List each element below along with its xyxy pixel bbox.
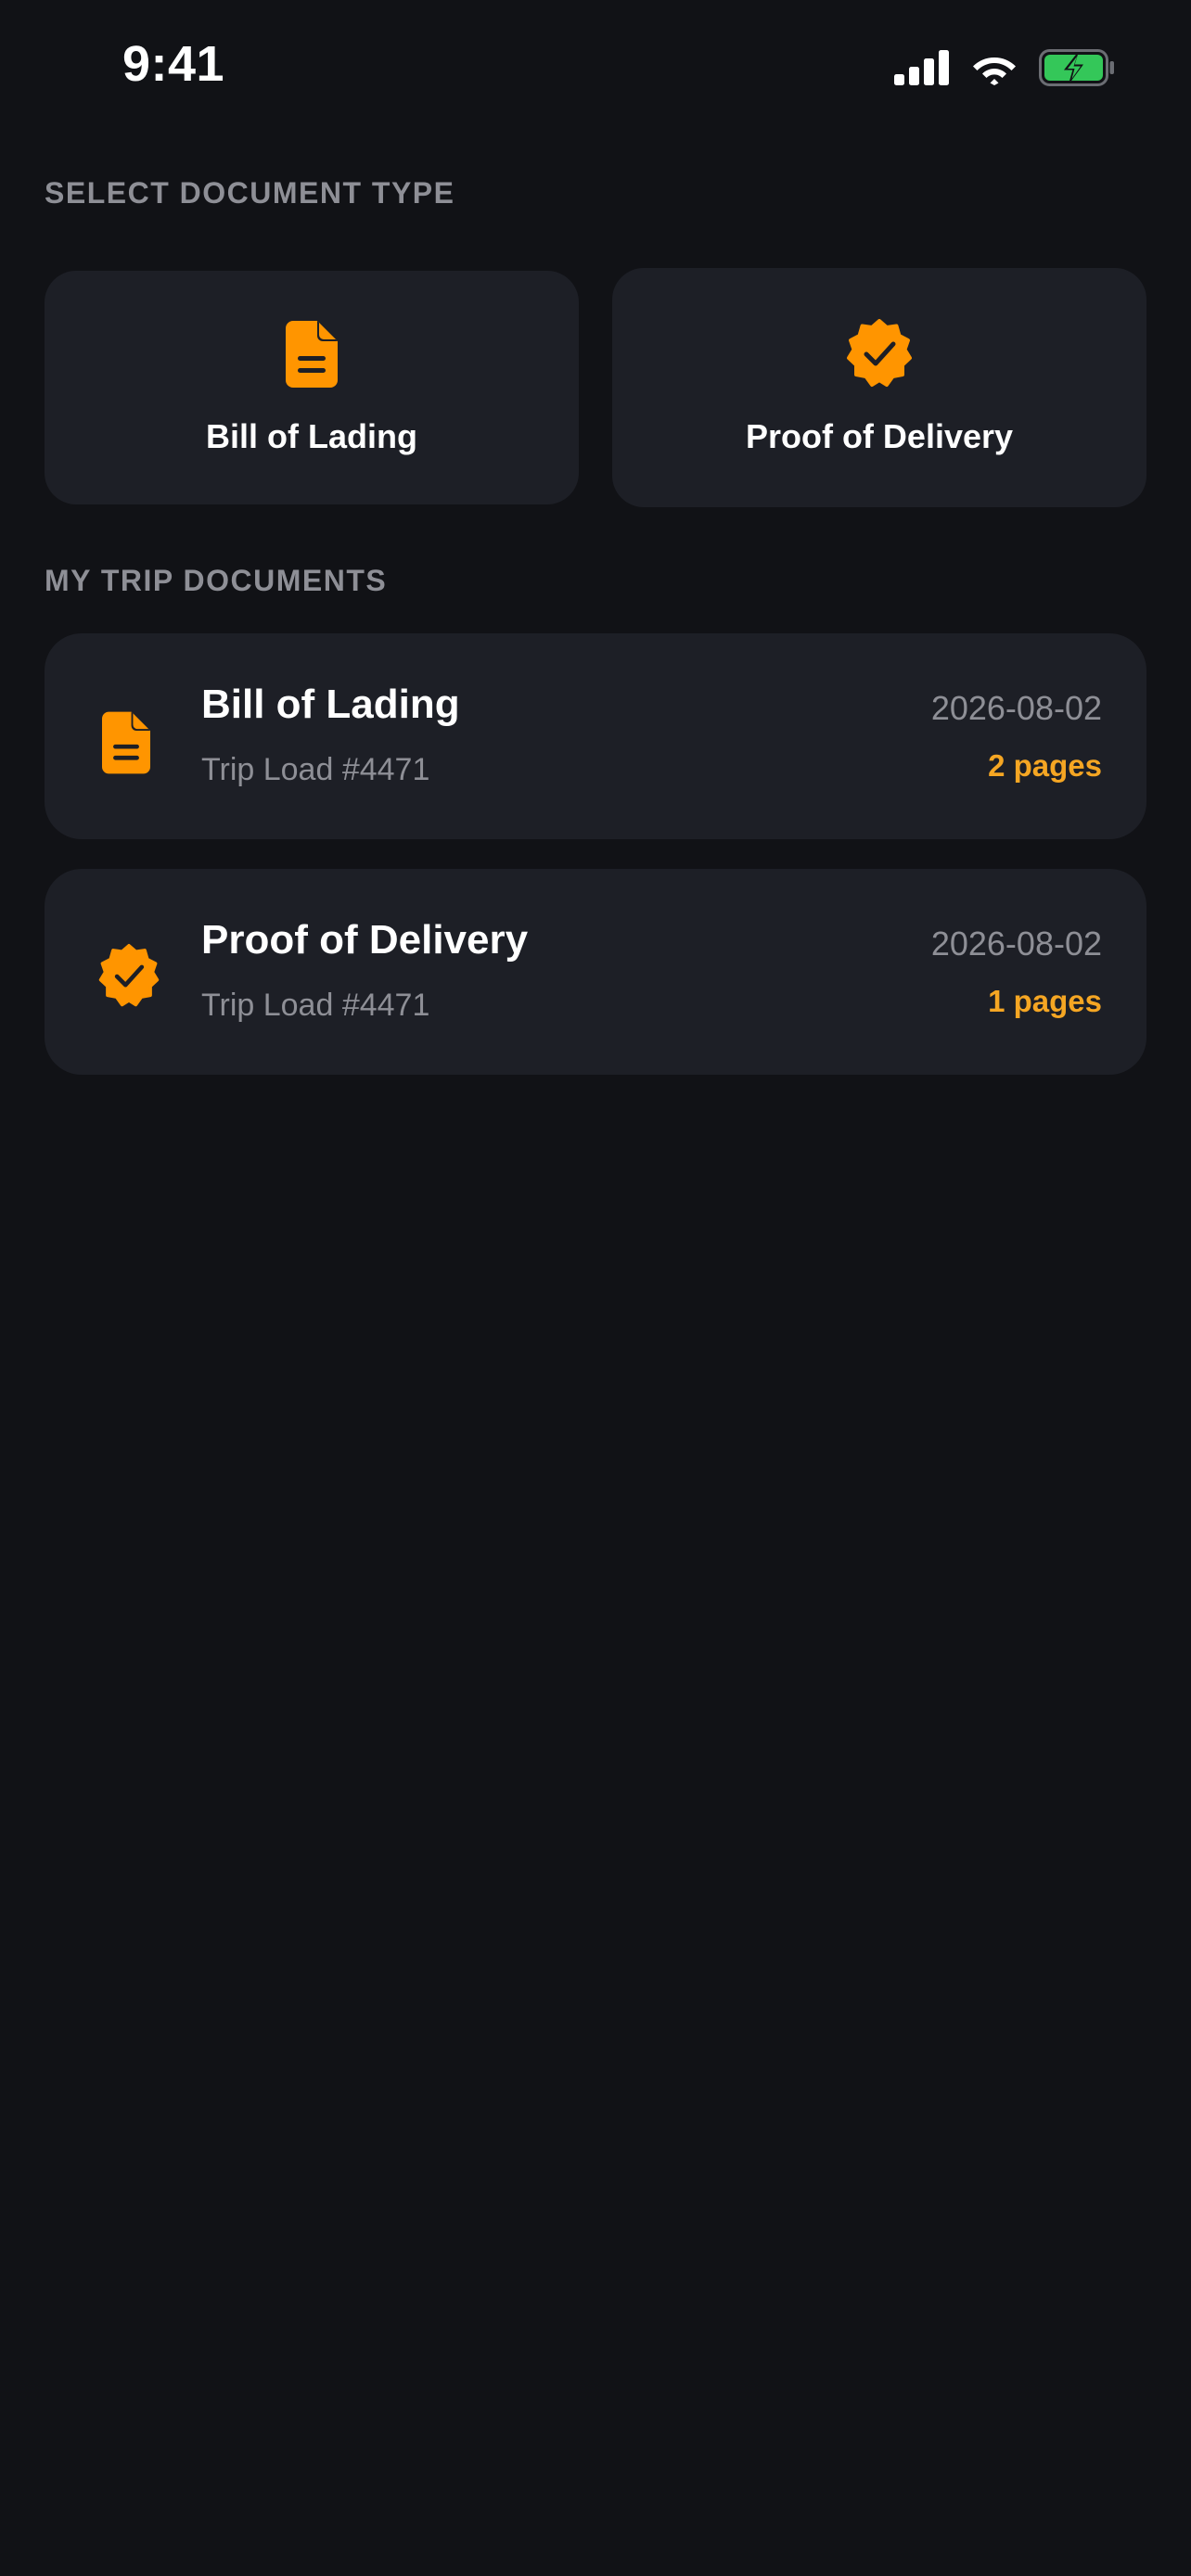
document-icon (286, 321, 338, 388)
document-subtitle: Trip Load #4471 (201, 752, 430, 787)
type-card-bill-of-lading[interactable]: Bill of Lading (45, 271, 579, 504)
document-page-count: 1 pages (988, 984, 1102, 1018)
verified-badge-icon (98, 944, 160, 1007)
wifi-icon (973, 57, 1016, 85)
battery-charging-icon (1039, 49, 1114, 86)
document-subtitle: Trip Load #4471 (201, 988, 430, 1023)
document-title: Proof of Delivery (201, 917, 529, 963)
status-icons (894, 46, 1115, 89)
document-row-bill-of-lading[interactable]: Bill of Lading Trip Load #4471 2026-08-0… (45, 633, 1146, 839)
document-date: 2026-08-02 (930, 925, 1102, 963)
type-card-label: Proof of Delivery (745, 417, 1014, 455)
document-date: 2026-08-02 (930, 689, 1102, 727)
document-row-proof-of-delivery[interactable]: Proof of Delivery Trip Load #4471 2026-0… (45, 869, 1146, 1075)
status-bar: 9:41 (0, 0, 1191, 139)
type-card-proof-of-delivery[interactable]: Proof of Delivery (612, 268, 1146, 507)
document-page-count: 2 pages (988, 748, 1102, 783)
status-time: 9:41 (122, 36, 225, 92)
document-icon (102, 711, 150, 774)
verified-badge-icon (847, 319, 912, 387)
app-screen: 9:41 SELECT DOCUMENT TYPE Bill of Lading… (0, 0, 1191, 2576)
section-label-select-type: SELECT DOCUMENT TYPE (45, 176, 455, 210)
type-card-label: Bill of Lading (206, 417, 417, 455)
section-label-trip-documents: MY TRIP DOCUMENTS (45, 564, 388, 597)
cellular-signal-icon (894, 50, 949, 85)
document-title: Bill of Lading (201, 682, 460, 727)
